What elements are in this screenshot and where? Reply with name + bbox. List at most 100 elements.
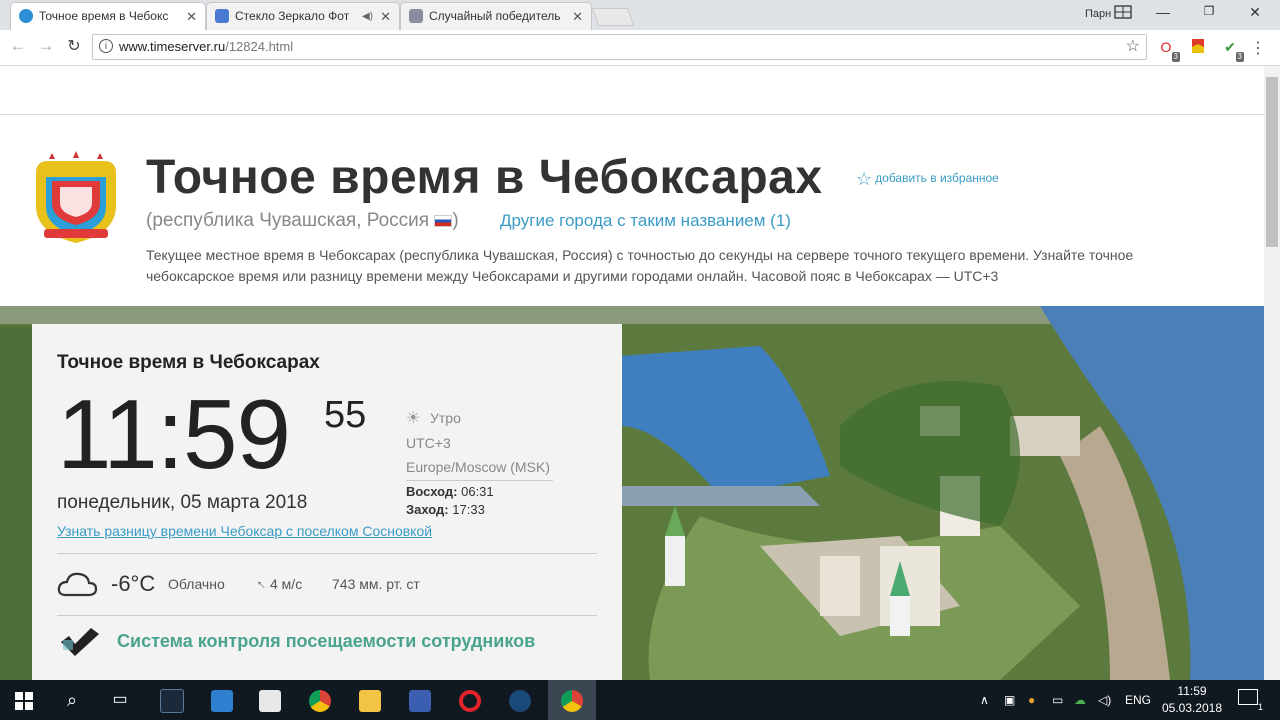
close-window-button[interactable]: ✕	[1240, 4, 1270, 21]
divider	[57, 553, 597, 554]
temperature: -6°C	[111, 571, 156, 596]
menu-icon[interactable]: ⋮	[1250, 38, 1266, 58]
opera-ext-icon[interactable]: O3	[1157, 38, 1180, 62]
divider	[57, 615, 597, 616]
divider	[0, 114, 1264, 115]
tab-title: Случайный победитель	[429, 9, 561, 23]
sunrise-icon: ☀	[406, 410, 421, 427]
url-domain: www.timeserver.ru	[119, 39, 226, 54]
subtitle-close: )	[452, 210, 459, 231]
bookmark-star-icon[interactable]: ☆	[1126, 35, 1140, 59]
notifications-icon[interactable]: 1	[1238, 689, 1263, 712]
time-difference-link[interactable]: Узнать разницу времени Чебоксар с поселк…	[57, 523, 432, 539]
chart-app-icon[interactable]	[246, 680, 294, 720]
sunset-time: 17:33	[452, 502, 485, 517]
sunset-label: Заход:	[406, 502, 449, 517]
cloud-icon	[57, 572, 97, 597]
city-emblem-icon	[36, 151, 116, 243]
explorer-app-icon[interactable]	[198, 680, 246, 720]
scrollbar-thumb[interactable]	[1266, 77, 1278, 247]
minimize-button[interactable]: —	[1148, 4, 1178, 20]
tray-chevron-icon[interactable]: ∧	[980, 680, 989, 720]
ext-badge: 3	[1171, 52, 1180, 62]
tray-app-icon[interactable]: ☁	[1074, 680, 1086, 720]
tray-app-icon[interactable]: ▣	[1004, 680, 1015, 720]
close-tab-icon[interactable]: ✕	[380, 3, 391, 30]
checkmark-logo-icon	[61, 628, 99, 656]
sunrise-time: 06:31	[461, 484, 494, 499]
url-path: /12824.html	[225, 39, 294, 54]
speaker-icon[interactable]: ◀)	[362, 3, 373, 30]
steam-icon[interactable]	[496, 680, 544, 720]
close-tab-icon[interactable]: ✕	[186, 3, 197, 30]
profile-label: Парн	[1085, 8, 1112, 20]
add-favorite-label: добавить в избранное	[875, 171, 999, 185]
restore-button[interactable]: ❐	[1194, 4, 1224, 18]
divider	[406, 480, 553, 481]
notification-count: 1	[1257, 702, 1263, 712]
network-icon[interactable]: ▭	[1052, 680, 1063, 720]
time-details: ☀ Утро UTC+3 Europe/Moscow (MSK)	[406, 406, 550, 479]
info-icon[interactable]: i	[99, 39, 113, 53]
volume-icon[interactable]: ◁)	[1098, 680, 1111, 720]
weather-condition: Облачно	[168, 576, 225, 592]
start-button[interactable]	[0, 680, 48, 720]
weather-row: -6°C Облачно ↑4 м/с 743 мм. рт. ст	[57, 564, 597, 604]
other-cities-link[interactable]: Другие города с таким названием (1)	[500, 211, 791, 231]
language-indicator[interactable]: ENG	[1125, 680, 1151, 720]
tray-clock[interactable]: 11:59 05.03.2018	[1158, 683, 1226, 717]
bookmark-ext-icon[interactable]	[1189, 38, 1207, 56]
add-favorite-link[interactable]: ☆ добавить в избранное	[856, 169, 999, 190]
sun-times: Восход: 06:31 Заход: 17:33	[406, 483, 494, 519]
reload-button[interactable]: ↻	[63, 36, 85, 56]
opera-icon[interactable]	[446, 680, 494, 720]
tab-title: Точное время в Чебокс	[39, 9, 169, 23]
pressure: 743 мм. рт. ст	[332, 576, 420, 592]
back-button[interactable]: ←	[7, 36, 29, 56]
app-icon[interactable]	[148, 680, 196, 720]
web-page: Точное время в Чебоксарах ☆ добавить в из…	[0, 66, 1264, 680]
sunrise-label: Восход:	[406, 484, 458, 499]
current-date: понедельник, 05 марта 2018	[57, 492, 308, 513]
address-bar[interactable]: i www.timeserver.ru/12824.html ☆	[92, 34, 1147, 60]
tab-timeserver[interactable]: Точное время в Чебокс ✕	[10, 2, 206, 30]
location-subtitle: (республика Чувашская, Россия )	[146, 210, 459, 232]
daypart: Утро	[430, 410, 461, 426]
forward-button[interactable]: →	[35, 36, 57, 56]
timezone-name: Europe/Moscow (MSK)	[406, 459, 550, 475]
tray-date: 05.03.2018	[1161, 701, 1223, 715]
close-tab-icon[interactable]: ✕	[572, 3, 583, 30]
new-tab-button[interactable]	[591, 8, 635, 26]
current-time: 11:59	[57, 379, 291, 489]
tab-random-winner[interactable]: Случайный победитель ✕	[400, 2, 592, 30]
address-url: www.timeserver.ru/12824.html	[119, 35, 293, 59]
task-view-icon[interactable]: ▭	[96, 680, 144, 720]
current-seconds: 55	[324, 394, 367, 436]
wind: ↑4 м/с	[252, 576, 303, 592]
shield-ext-icon[interactable]: ✔ 3	[1221, 38, 1244, 62]
page-title: Точное время в Чебоксарах	[146, 151, 823, 204]
chrome-icon[interactable]	[296, 680, 344, 720]
search-icon[interactable]: ⌕	[48, 680, 96, 720]
subtitle-text: (республика Чувашская, Россия	[146, 210, 430, 231]
floppy-app-icon[interactable]	[396, 680, 444, 720]
tray-time: 11:59	[1177, 684, 1207, 698]
tab-strip: Точное время в Чебокс ✕ Стекло Зеркало Ф…	[0, 0, 1280, 30]
ext-badge: 3	[1235, 52, 1244, 62]
windows-taskbar: ⌕ ▭ ∧ ▣ ● ▭ ☁ ◁) ENG 11:59 05.03.2018 1	[0, 680, 1280, 720]
folder-icon[interactable]	[346, 680, 394, 720]
time-widget: Точное время в Чебоксарах 11:59 55 ☀ Утро…	[32, 324, 622, 680]
tray-app-icon[interactable]: ●	[1028, 680, 1035, 720]
page-favicon-icon	[215, 9, 229, 23]
wind-direction-icon: ↑	[252, 575, 269, 593]
page-description: Текущее местное время в Чебоксарах (респ…	[146, 247, 1134, 284]
wind-speed: 4 м/с	[270, 576, 303, 592]
chrome-active-icon[interactable]	[548, 680, 596, 720]
star-icon: ☆	[856, 169, 873, 189]
promo-banner[interactable]: Система контроля посещаемости сотруднико…	[57, 624, 597, 664]
widget-title: Точное время в Чебоксарах	[57, 352, 320, 373]
tab-title: Стекло Зеркало Фот	[235, 9, 350, 23]
russia-flag-icon	[434, 215, 453, 227]
profile-button[interactable]: Парн	[1085, 5, 1132, 20]
tab-glass[interactable]: Стекло Зеркало Фот ◀) ✕	[206, 2, 400, 30]
